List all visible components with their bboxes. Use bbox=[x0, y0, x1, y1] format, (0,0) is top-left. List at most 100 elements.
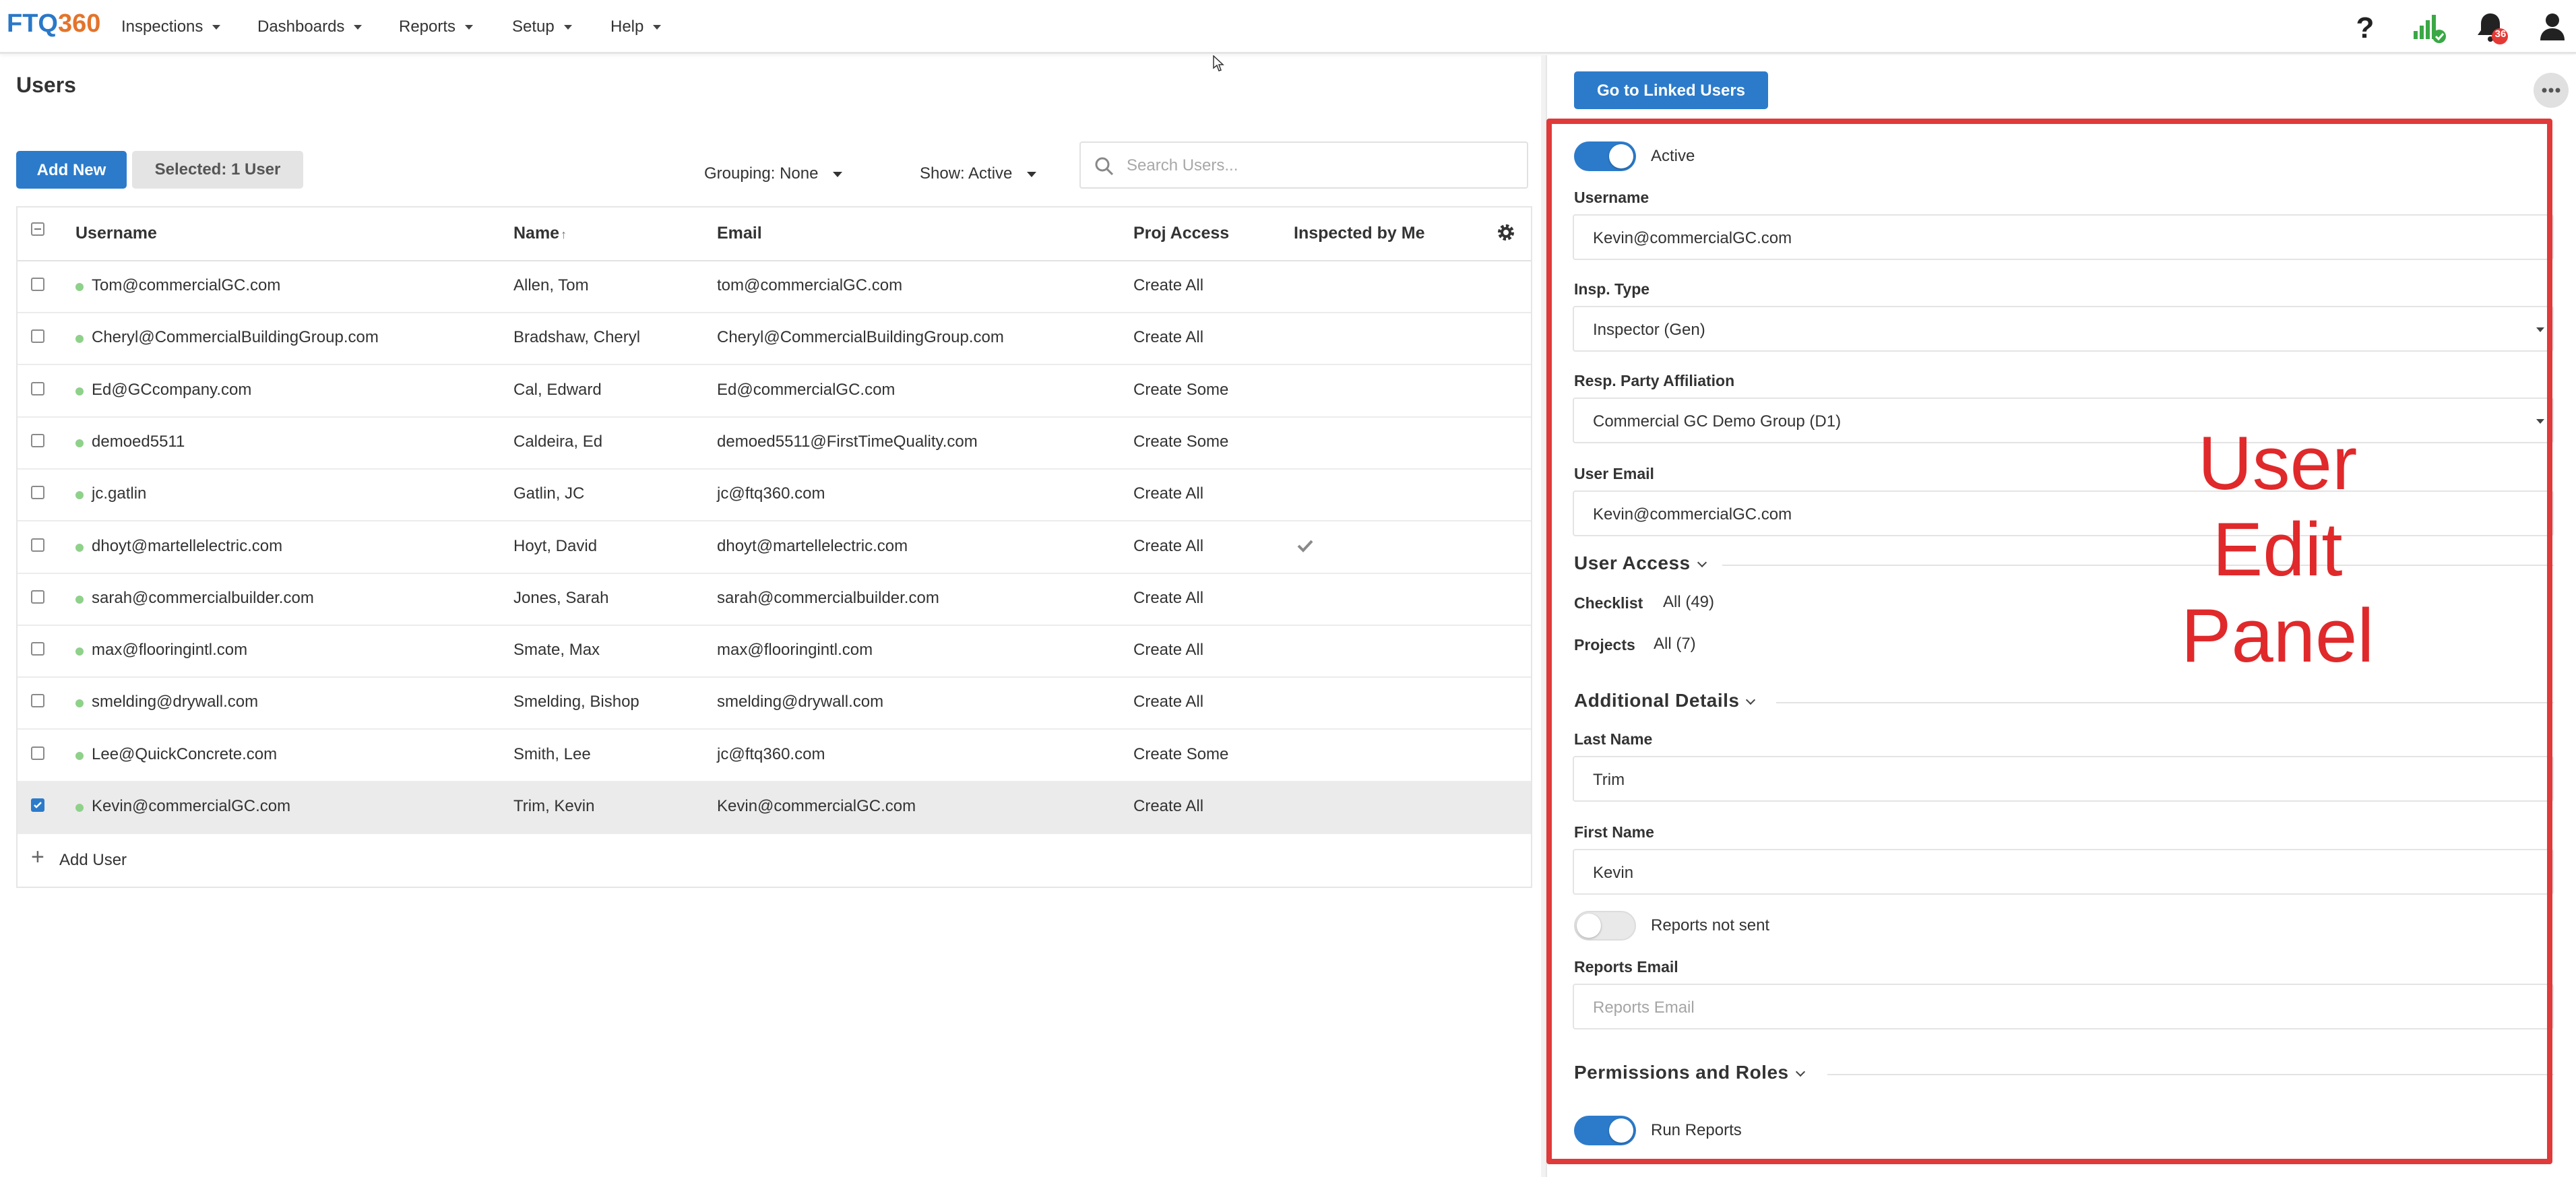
cell-proj-access: Create Some bbox=[1133, 744, 1229, 763]
table-row[interactable]: dhoyt@martellelectric.com Hoyt, David dhoy… bbox=[18, 522, 1531, 574]
cell-email: max@flooringintl.com bbox=[717, 641, 873, 660]
cell-username: dhoyt@martellelectric.com bbox=[92, 536, 283, 555]
add-user-row[interactable]: + Add User bbox=[18, 835, 1531, 887]
reports-email-field[interactable]: Reports Email bbox=[1573, 984, 2554, 1029]
cell-name: Hoyt, David bbox=[513, 536, 598, 555]
table-row[interactable]: Cheryl@CommercialBuildingGroup.com Bradsh… bbox=[18, 313, 1531, 366]
nav-menu-inspections[interactable]: Inspections bbox=[121, 13, 221, 40]
gear-icon[interactable] bbox=[1495, 221, 1517, 244]
search-input[interactable] bbox=[1125, 152, 1503, 179]
username-label: Username bbox=[1574, 189, 1650, 206]
table-row[interactable]: demoed5511 Caldeira, Ed demoed5511@FirstTi… bbox=[18, 418, 1531, 470]
nav-menu-help[interactable]: Help bbox=[610, 13, 662, 40]
app-logo[interactable]: FTQ360 bbox=[7, 8, 100, 39]
cell-name: Allen, Tom bbox=[513, 276, 589, 294]
reports-not-sent-toggle[interactable] bbox=[1574, 911, 1636, 941]
row-checkbox[interactable] bbox=[31, 642, 44, 656]
select-all-checkbox[interactable] bbox=[31, 222, 44, 236]
notifications-bell-icon[interactable]: 36 bbox=[2474, 9, 2509, 44]
row-checkbox[interactable] bbox=[31, 486, 44, 500]
chevron-down-icon bbox=[1795, 1067, 1805, 1077]
table-row[interactable]: jc.gatlin Gatlin, JC jc@ftq360.com Create A… bbox=[18, 470, 1531, 522]
username-field[interactable]: Kevin@commercialGC.com bbox=[1573, 214, 2554, 260]
row-checkbox[interactable] bbox=[31, 798, 44, 812]
selected-count-button[interactable]: Selected: 1 User bbox=[132, 151, 303, 189]
row-checkbox[interactable] bbox=[31, 329, 44, 344]
column-header-proj-access[interactable]: Proj Access bbox=[1133, 224, 1229, 243]
annotation-text-line2: Edit bbox=[2212, 507, 2343, 592]
column-header-email[interactable]: Email bbox=[717, 224, 762, 243]
reports-not-sent-label: Reports not sent bbox=[1651, 916, 1770, 934]
cell-proj-access: Create All bbox=[1133, 328, 1204, 347]
active-status-dot bbox=[75, 804, 84, 812]
cell-name: Smate, Max bbox=[513, 641, 600, 660]
chevron-down-icon bbox=[212, 25, 221, 30]
table-row[interactable]: Kevin@commercialGC.com Trim, Kevin Kevin@c… bbox=[18, 782, 1531, 834]
caret-down-icon bbox=[2536, 419, 2544, 424]
table-row[interactable]: Tom@commercialGC.com Allen, Tom tom@commer… bbox=[18, 261, 1531, 313]
ellipsis-icon bbox=[2542, 88, 2561, 93]
permissions-roles-heading[interactable]: Permissions and Roles bbox=[1574, 1062, 1805, 1083]
last-name-field[interactable]: Trim bbox=[1573, 756, 2554, 802]
row-checkbox[interactable] bbox=[31, 694, 44, 708]
cell-name: Trim, Kevin bbox=[513, 797, 595, 815]
cell-name: Caldeira, Ed bbox=[513, 432, 603, 451]
table-row[interactable]: max@flooringintl.com Smate, Max max@floori… bbox=[18, 626, 1531, 678]
caret-down-icon bbox=[2536, 327, 2544, 332]
chevron-down-icon bbox=[563, 25, 572, 30]
resp-party-label: Resp. Party Affiliation bbox=[1574, 372, 1735, 389]
nav-menu-reports[interactable]: Reports bbox=[399, 13, 474, 40]
svg-text:?: ? bbox=[2356, 11, 2375, 44]
show-filter-dropdown[interactable]: Show: Active bbox=[920, 164, 1037, 183]
cell-proj-access: Create All bbox=[1133, 536, 1204, 555]
cell-username: jc.gatlin bbox=[92, 484, 147, 503]
more-options-button[interactable] bbox=[2534, 73, 2569, 108]
column-header-username[interactable]: Username bbox=[75, 224, 157, 243]
active-toggle-label: Active bbox=[1651, 147, 1695, 165]
column-header-name[interactable]: Name ↑ bbox=[513, 224, 567, 243]
cell-name: Smith, Lee bbox=[513, 744, 591, 763]
cell-email: jc@ftq360.com bbox=[717, 484, 825, 503]
table-row[interactable]: smelding@drywall.com Smelding, Bishop smel… bbox=[18, 678, 1531, 730]
projects-value-link[interactable]: All (7) bbox=[1654, 635, 1696, 654]
checklist-value-link[interactable]: All (49) bbox=[1663, 593, 1714, 612]
cell-email: sarah@commercialbuilder.com bbox=[717, 588, 939, 607]
row-checkbox[interactable] bbox=[31, 746, 44, 760]
active-toggle[interactable] bbox=[1574, 141, 1636, 171]
grouping-dropdown[interactable]: Grouping: None bbox=[704, 164, 843, 183]
cell-proj-access: Create All bbox=[1133, 797, 1204, 815]
table-header: Username Name ↑ Email Proj Access Inspect… bbox=[18, 208, 1531, 261]
go-to-linked-users-button[interactable]: Go to Linked Users bbox=[1574, 71, 1768, 109]
row-checkbox[interactable] bbox=[31, 590, 44, 604]
cell-proj-access: Create Some bbox=[1133, 380, 1229, 399]
cell-proj-access: Create All bbox=[1133, 641, 1204, 660]
row-checkbox[interactable] bbox=[31, 433, 44, 447]
user-account-icon[interactable] bbox=[2535, 9, 2570, 44]
user-access-heading[interactable]: User Access bbox=[1574, 552, 1707, 574]
add-new-button[interactable]: Add New bbox=[16, 151, 127, 189]
top-navbar: FTQ360 Inspections Dashboards Reports Se… bbox=[0, 0, 2576, 54]
nav-menu-setup[interactable]: Setup bbox=[512, 13, 572, 40]
cell-username: sarah@commercialbuilder.com bbox=[92, 588, 314, 607]
inspected-check-icon bbox=[1296, 538, 1314, 556]
checklist-label: Checklist bbox=[1574, 594, 1643, 612]
first-name-field[interactable]: Kevin bbox=[1573, 849, 2554, 895]
signal-icon[interactable] bbox=[2411, 9, 2446, 44]
row-checkbox[interactable] bbox=[31, 278, 44, 291]
row-checkbox[interactable] bbox=[31, 381, 44, 395]
caret-down-icon bbox=[1027, 171, 1037, 177]
table-row[interactable]: sarah@commercialbuilder.com Jones, Sarah s… bbox=[18, 574, 1531, 626]
help-icon[interactable]: ? bbox=[2348, 9, 2383, 44]
plus-icon: + bbox=[31, 844, 44, 870]
additional-details-heading[interactable]: Additional Details bbox=[1574, 690, 1756, 711]
run-reports-label: Run Reports bbox=[1651, 1121, 1742, 1139]
notification-badge: 36 bbox=[2494, 28, 2507, 40]
column-header-inspected-by-me[interactable]: Inspected by Me bbox=[1294, 224, 1425, 243]
cell-username: Tom@commercialGC.com bbox=[92, 276, 281, 294]
nav-menu-dashboards[interactable]: Dashboards bbox=[257, 13, 363, 40]
table-row[interactable]: Lee@QuickConcrete.com Smith, Lee jc@ftq360… bbox=[18, 730, 1531, 782]
run-reports-toggle[interactable] bbox=[1574, 1116, 1636, 1145]
row-checkbox[interactable] bbox=[31, 538, 44, 552]
table-row[interactable]: Ed@GCcompany.com Cal, Edward Ed@commercial… bbox=[18, 366, 1531, 418]
insp-type-select[interactable]: Inspector (Gen) bbox=[1573, 306, 2554, 352]
